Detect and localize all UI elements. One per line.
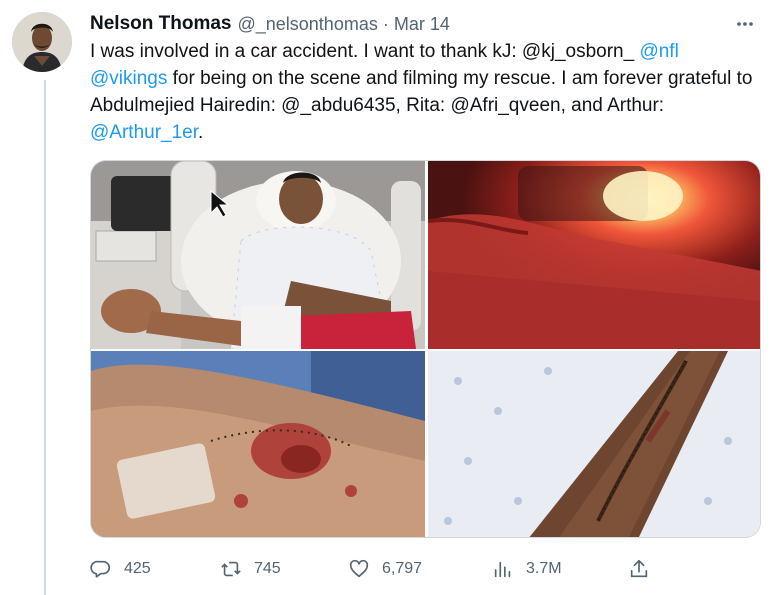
retweet-button[interactable]: 745 (220, 553, 281, 585)
author-handle[interactable]: @_nelsonthomas (237, 14, 377, 35)
author-name[interactable]: Nelson Thomas (90, 13, 231, 35)
media-photo-ankle-injury[interactable] (91, 351, 425, 537)
like-button[interactable]: 6,797 (348, 553, 422, 585)
retweet-count: 745 (254, 560, 281, 577)
media-photo-car-fire[interactable] (428, 161, 760, 349)
avatar[interactable] (12, 12, 72, 72)
hospital-bed-image (91, 161, 425, 349)
tweet-header: Nelson Thomas @_nelsonthomas · Mar 14 (90, 10, 760, 38)
action-bar: 425 745 6,797 3.7M (90, 553, 762, 585)
thread-line (44, 80, 46, 595)
reply-icon (90, 560, 111, 578)
media-photo-hospital-bed[interactable] (91, 161, 425, 349)
share-button[interactable] (628, 553, 650, 585)
share-icon (630, 559, 648, 578)
media-grid (90, 160, 761, 538)
views-button[interactable]: 3.7M (492, 553, 562, 585)
stitched-leg-image (428, 351, 760, 537)
reply-button[interactable]: 425 (90, 553, 151, 585)
tweet-date[interactable]: Mar 14 (394, 14, 450, 35)
car-fire-image (428, 161, 760, 349)
mention-link-arthur[interactable]: @Arthur_1er (90, 122, 198, 143)
mention-link-nfl[interactable]: @nfl (639, 41, 678, 62)
tweet-text-part: . (198, 122, 204, 143)
tweet-text-part: I was involved in a car accident. I want… (90, 41, 640, 62)
tweet-text-part: for being on the scene and filming my re… (90, 68, 757, 116)
view-count: 3.7M (526, 560, 562, 577)
views-icon (494, 561, 511, 578)
media-photo-stitched-leg[interactable] (428, 351, 760, 537)
avatar-photo (12, 12, 72, 72)
reply-count: 425 (124, 560, 151, 577)
like-icon (349, 559, 369, 578)
like-count: 6,797 (382, 560, 423, 577)
tweet-text: I was involved in a car accident. I want… (90, 38, 762, 146)
separator-dot: · (382, 13, 389, 34)
more-options-button[interactable] (730, 10, 760, 38)
retweet-icon (221, 561, 241, 577)
mention-link-vikings[interactable]: @vikings (90, 68, 167, 89)
ankle-injury-image (91, 351, 425, 537)
more-options-icon (737, 22, 753, 26)
